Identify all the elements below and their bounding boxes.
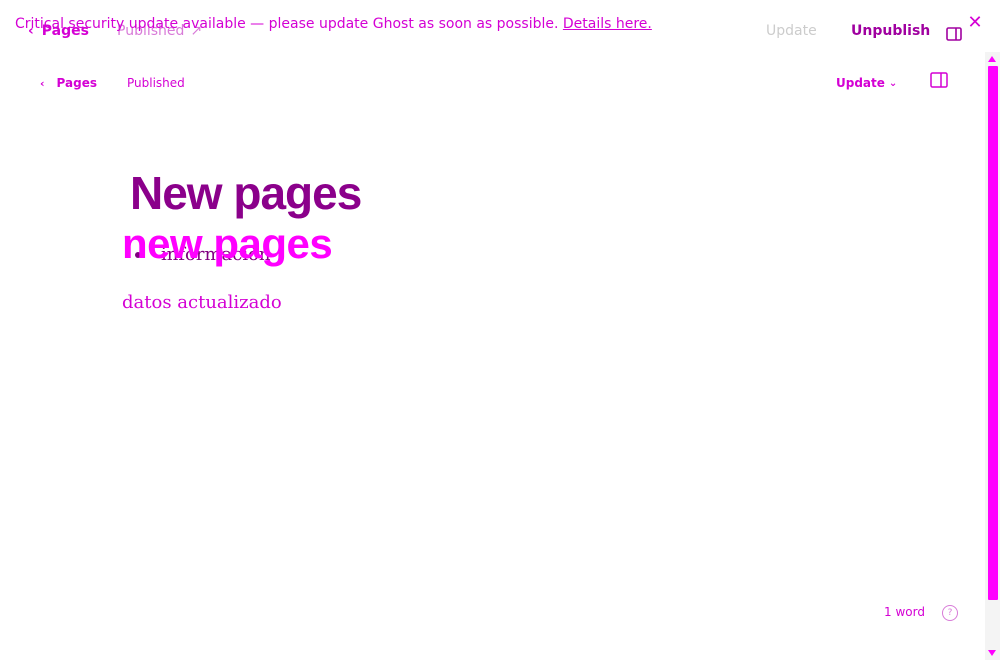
top-update-button[interactable]: Update (766, 23, 817, 39)
unpublish-button[interactable]: Unpublish (851, 23, 930, 39)
chevron-left-icon: ‹ (40, 76, 45, 90)
body-paragraph[interactable]: datos actualizado (122, 292, 282, 313)
scrollbar-thumb[interactable] (988, 66, 998, 600)
toolbar-status: Published (127, 76, 185, 90)
sidebar-toggle-icon[interactable] (930, 72, 948, 92)
help-icon[interactable]: ? (942, 605, 958, 621)
word-count: 1 word (884, 605, 925, 619)
editor-page: ‹ Pages Published ↗ Update Unpublish Cri… (0, 0, 1000, 660)
scroll-down-icon[interactable] (988, 650, 996, 656)
scroll-up-icon[interactable] (988, 56, 996, 62)
sidebar-toggle-icon[interactable] (946, 26, 962, 45)
alert-details-link[interactable]: Details here. (563, 16, 652, 32)
toolbar-update-label: Update (836, 76, 885, 90)
page-title[interactable]: New pages (130, 166, 362, 220)
title-overlay: new pages (122, 220, 333, 267)
toolbar-update-button[interactable]: Update ⌄ (836, 76, 897, 90)
toolbar-back-label: Pages (56, 76, 97, 90)
security-alert: Critical security update available — ple… (15, 16, 652, 32)
toolbar-back-link[interactable]: ‹ Pages (40, 76, 97, 90)
alert-message: Critical security update available — ple… (15, 16, 559, 32)
chevron-down-icon: ⌄ (888, 77, 898, 89)
close-icon[interactable]: ✕ (966, 14, 984, 32)
